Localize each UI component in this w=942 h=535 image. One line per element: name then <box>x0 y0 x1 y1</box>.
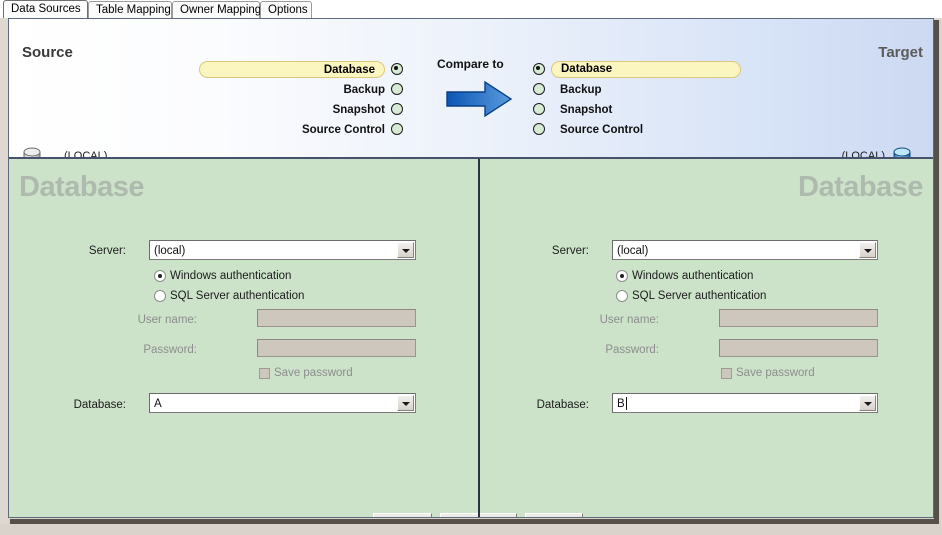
source-option-database-radio[interactable] <box>391 63 403 75</box>
copy-left-button[interactable]: Copy <box>525 513 583 518</box>
copy-left-label: Copy <box>552 517 579 518</box>
tab-label: Owner Mapping <box>180 4 262 16</box>
right-database-combo[interactable]: B <box>612 393 878 413</box>
right-save-password-checkbox[interactable] <box>721 368 732 379</box>
left-username-label: User name: <box>137 314 197 326</box>
connection-panels: Database Database Server: (local) Window… <box>9 159 933 517</box>
left-database-combo[interactable]: A <box>149 393 416 413</box>
chevron-down-icon[interactable] <box>397 242 414 258</box>
target-option-backup-label: Backup <box>560 84 602 96</box>
window-shadow-right <box>934 20 939 524</box>
right-server-value: (local) <box>617 245 649 257</box>
right-username-field[interactable] <box>719 309 878 327</box>
copy-right-button[interactable]: Copy <box>373 513 432 518</box>
target-option-snapshot-radio[interactable] <box>533 103 545 115</box>
chevron-down-icon[interactable] <box>859 395 876 411</box>
right-windows-auth-label: Windows authentication <box>632 270 754 282</box>
left-windows-auth-radio[interactable] <box>154 270 166 282</box>
tab-owner-mapping[interactable]: Owner Mapping <box>172 1 262 18</box>
left-save-password-checkbox[interactable] <box>259 368 270 379</box>
right-windows-auth-radio[interactable] <box>616 270 628 282</box>
tab-label: Table Mapping <box>96 4 171 16</box>
source-option-snapshot[interactable]: Snapshot <box>199 101 415 119</box>
right-sql-auth-radio[interactable] <box>616 290 628 302</box>
source-target-header: Source Target Database Backup Snapshot S… <box>9 19 933 175</box>
tab-label: Options <box>268 4 308 16</box>
left-windows-auth-label: Windows authentication <box>170 270 292 282</box>
source-option-database[interactable]: Database <box>199 61 415 79</box>
right-save-password-label: Save password <box>736 367 815 379</box>
right-server-label: Server: <box>551 245 589 257</box>
source-option-backup-radio[interactable] <box>391 83 403 95</box>
target-option-source-control[interactable]: Source Control <box>533 121 763 139</box>
source-option-database-pill: Database <box>199 61 385 78</box>
source-option-source-control-label: Source Control <box>301 124 385 136</box>
left-server-value: (local) <box>154 245 186 257</box>
left-password-label: Password: <box>143 344 197 356</box>
left-server-label: Server: <box>88 245 126 257</box>
right-panel-watermark: Database <box>798 171 923 203</box>
window-left-edge <box>0 18 8 524</box>
target-option-source-control-radio[interactable] <box>533 123 545 135</box>
copy-right-label: Copy <box>383 517 410 518</box>
target-option-database[interactable]: Database <box>533 61 763 79</box>
right-username-label: User name: <box>599 314 659 326</box>
tab-strip: Data Sources Table Mapping Owner Mapping… <box>0 0 942 18</box>
app-window: Data Sources Table Mapping Owner Mapping… <box>0 0 942 535</box>
right-password-label: Password: <box>605 344 659 356</box>
window-shadow-bottom <box>10 519 938 524</box>
right-server-combo[interactable]: (local) <box>612 240 878 260</box>
left-sql-auth-radio[interactable] <box>154 290 166 302</box>
target-title: Target <box>878 44 923 61</box>
left-database-label: Database: <box>73 399 126 411</box>
tab-options[interactable]: Options <box>260 1 312 18</box>
right-database-value: B <box>617 398 625 410</box>
target-option-snapshot-label: Snapshot <box>560 104 613 116</box>
chevron-down-icon[interactable] <box>397 395 414 411</box>
target-option-backup-radio[interactable] <box>533 83 545 95</box>
left-sql-auth-label: SQL Server authentication <box>170 290 305 302</box>
target-option-backup[interactable]: Backup <box>533 81 763 99</box>
target-option-source-control-label: Source Control <box>560 124 644 136</box>
right-password-field[interactable] <box>719 339 878 357</box>
compare-direction-arrow-icon <box>445 79 515 119</box>
source-option-backup[interactable]: Backup <box>199 81 415 99</box>
left-password-field[interactable] <box>257 339 416 357</box>
left-database-value: A <box>154 398 162 410</box>
left-username-field[interactable] <box>257 309 416 327</box>
left-server-combo[interactable]: (local) <box>149 240 416 260</box>
target-option-database-radio[interactable] <box>533 63 545 75</box>
target-option-database-pill: Database <box>551 61 741 78</box>
source-option-backup-label: Backup <box>343 84 385 96</box>
switch-label: Switch <box>463 517 497 518</box>
tab-label: Data Sources <box>11 3 81 15</box>
left-save-password-label: Save password <box>274 367 353 379</box>
chevron-down-icon[interactable] <box>859 242 876 258</box>
source-title: Source <box>22 44 73 61</box>
right-database-label: Database: <box>536 399 589 411</box>
source-option-source-control-radio[interactable] <box>391 123 403 135</box>
source-option-source-control[interactable]: Source Control <box>199 121 415 139</box>
client-area: Source Target Database Backup Snapshot S… <box>8 18 934 518</box>
source-option-snapshot-radio[interactable] <box>391 103 403 115</box>
source-option-snapshot-label: Snapshot <box>332 104 385 116</box>
tab-data-sources[interactable]: Data Sources <box>3 0 88 18</box>
right-sql-auth-label: SQL Server authentication <box>632 290 767 302</box>
text-cursor <box>626 397 627 410</box>
tab-table-mapping[interactable]: Table Mapping <box>88 1 172 18</box>
left-panel-watermark: Database <box>19 171 144 203</box>
target-option-snapshot[interactable]: Snapshot <box>533 101 763 119</box>
compare-to-label: Compare to <box>437 57 504 71</box>
panel-divider <box>478 159 480 517</box>
